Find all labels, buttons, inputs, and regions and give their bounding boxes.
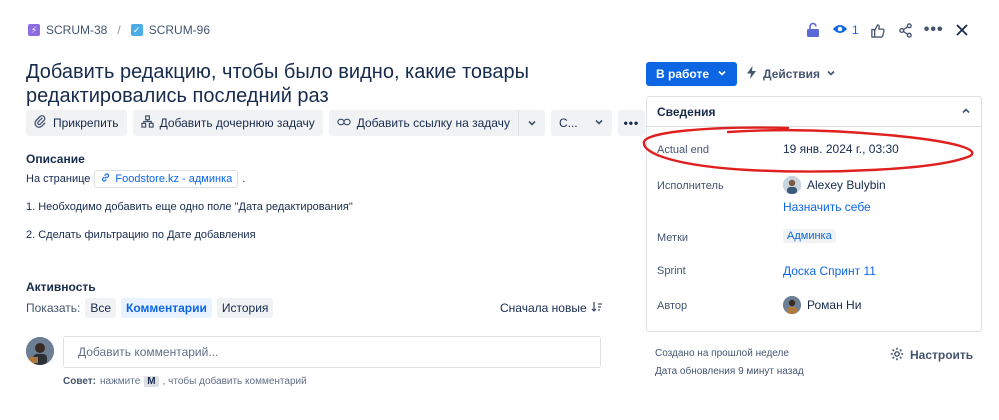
- eye-icon: [832, 23, 848, 38]
- shortcut-key: M: [144, 375, 159, 387]
- comment-placeholder: Добавить комментарий...: [78, 345, 219, 359]
- paperclip-icon: [34, 115, 47, 131]
- description-heading: Описание: [26, 152, 85, 166]
- activity-heading: Активность: [26, 280, 96, 294]
- updated-date: Дата обновления 9 минут назад: [655, 366, 804, 377]
- filter-comments[interactable]: Комментарии: [121, 298, 212, 318]
- filter-all[interactable]: Все: [85, 298, 117, 318]
- breadcrumb-issue-link[interactable]: SCRUM-96: [149, 23, 210, 37]
- add-link-button[interactable]: Добавить ссылку на задачу: [328, 110, 518, 136]
- comment-input[interactable]: Добавить комментарий...: [63, 336, 601, 368]
- smart-link-text: Foodstore.kz - админка: [115, 173, 233, 185]
- gear-icon: [890, 347, 904, 364]
- status-label: В работе: [656, 67, 709, 81]
- avatar: [783, 176, 801, 194]
- filter-history[interactable]: История: [216, 298, 274, 318]
- sprint-link[interactable]: Доска Спринт 11: [783, 264, 876, 278]
- assign-to-me-link[interactable]: Назначить себе: [783, 200, 871, 214]
- label-chip[interactable]: Админка: [783, 229, 836, 243]
- chevron-down-icon[interactable]: [517, 110, 545, 136]
- chevron-down-icon: [594, 116, 604, 130]
- more-icon[interactable]: •••: [921, 16, 947, 44]
- assignee-name: Alexey Bulybin: [807, 178, 886, 192]
- description-text: На странице: [26, 173, 91, 185]
- task-checkbox-icon: ✓: [130, 24, 143, 36]
- issue-title[interactable]: Добавить редакцию, чтобы было видно, как…: [26, 60, 566, 108]
- details-heading: Сведения: [657, 104, 716, 119]
- close-icon[interactable]: [949, 16, 975, 44]
- created-date: Создано на прошлой неделе: [655, 348, 789, 359]
- add-link-label: Добавить ссылку на задачу: [356, 116, 510, 130]
- link-icon: [337, 116, 351, 131]
- tip-label: Совет:: [63, 375, 97, 387]
- issue-toolbar: Прикрепить Добавить дочернюю задачу Доба…: [26, 110, 646, 136]
- description-line: На странице Foodstore.kz - админка .: [26, 170, 245, 188]
- comment-tip: Совет: нажмите M , чтобы добавить коммен…: [63, 374, 307, 388]
- add-child-issue-button[interactable]: Добавить дочернюю задачу: [132, 110, 323, 136]
- assignee-label: Исполнитель: [657, 180, 724, 192]
- labels-label: Метки: [657, 232, 689, 244]
- thumbs-up-icon[interactable]: [865, 16, 891, 44]
- share-icon[interactable]: [893, 16, 919, 44]
- reporter-value[interactable]: Роман Ни: [783, 296, 861, 314]
- avatar: [783, 296, 801, 314]
- more-toolbar-label: С...: [558, 116, 578, 130]
- tip-text: нажмите: [100, 375, 141, 387]
- smart-link[interactable]: Foodstore.kz - админка: [94, 170, 239, 188]
- sort-order-button[interactable]: Сначала новые: [500, 300, 603, 316]
- show-label: Показать:: [26, 301, 81, 315]
- activity-filters: Показать: Все Комментарии История: [26, 298, 274, 318]
- attach-label: Прикрепить: [53, 116, 119, 130]
- sprint-label: Sprint: [657, 265, 686, 277]
- lightning-icon: [746, 66, 757, 82]
- status-dropdown[interactable]: В работе: [646, 62, 737, 86]
- link-icon: [100, 172, 111, 186]
- chevron-up-icon[interactable]: [961, 105, 971, 119]
- tip-text: , чтобы добавить комментарий: [162, 375, 307, 387]
- unlock-icon[interactable]: [800, 16, 826, 44]
- child-issues-icon: [140, 115, 154, 131]
- sort-icon: [591, 301, 603, 316]
- reporter-name: Роман Ни: [807, 298, 862, 312]
- breadcrumb-parent-link[interactable]: SCRUM-38: [46, 23, 107, 37]
- watch-button[interactable]: 1: [828, 23, 863, 38]
- actions-label: Действия: [763, 67, 821, 81]
- issue-header-actions: 1 •••: [800, 16, 975, 44]
- more-toolbar-dropdown[interactable]: С...: [550, 110, 612, 136]
- reporter-label: Автор: [657, 300, 688, 312]
- sort-label: Сначала новые: [500, 301, 587, 315]
- breadcrumb-separator: /: [117, 23, 121, 37]
- epic-icon: ⚡: [28, 24, 40, 36]
- avatar: [26, 337, 54, 365]
- description-text: .: [242, 173, 246, 185]
- annotation-ellipse: [642, 126, 974, 173]
- chevron-down-icon: [717, 67, 727, 81]
- actions-dropdown[interactable]: Действия: [742, 62, 840, 86]
- breadcrumb: ⚡ SCRUM-38 / ✓ SCRUM-96: [28, 22, 210, 38]
- description-item: 2. Сделать фильтрацию по Дате добавления: [26, 229, 256, 241]
- labels-value[interactable]: Админка: [783, 229, 836, 243]
- add-child-issue-label: Добавить дочернюю задачу: [159, 116, 315, 130]
- configure-label: Настроить: [910, 348, 974, 362]
- configure-button[interactable]: Настроить: [890, 346, 973, 364]
- attach-button[interactable]: Прикрепить: [26, 110, 127, 136]
- link-issue-split-button: Добавить ссылку на задачу: [328, 110, 545, 136]
- watch-count: 1: [852, 23, 859, 37]
- description-item: 1. Необходимо добавить еще одно поле "Да…: [26, 201, 353, 213]
- assignee-value[interactable]: Alexey Bulybin: [783, 176, 886, 194]
- chevron-down-icon: [826, 67, 836, 81]
